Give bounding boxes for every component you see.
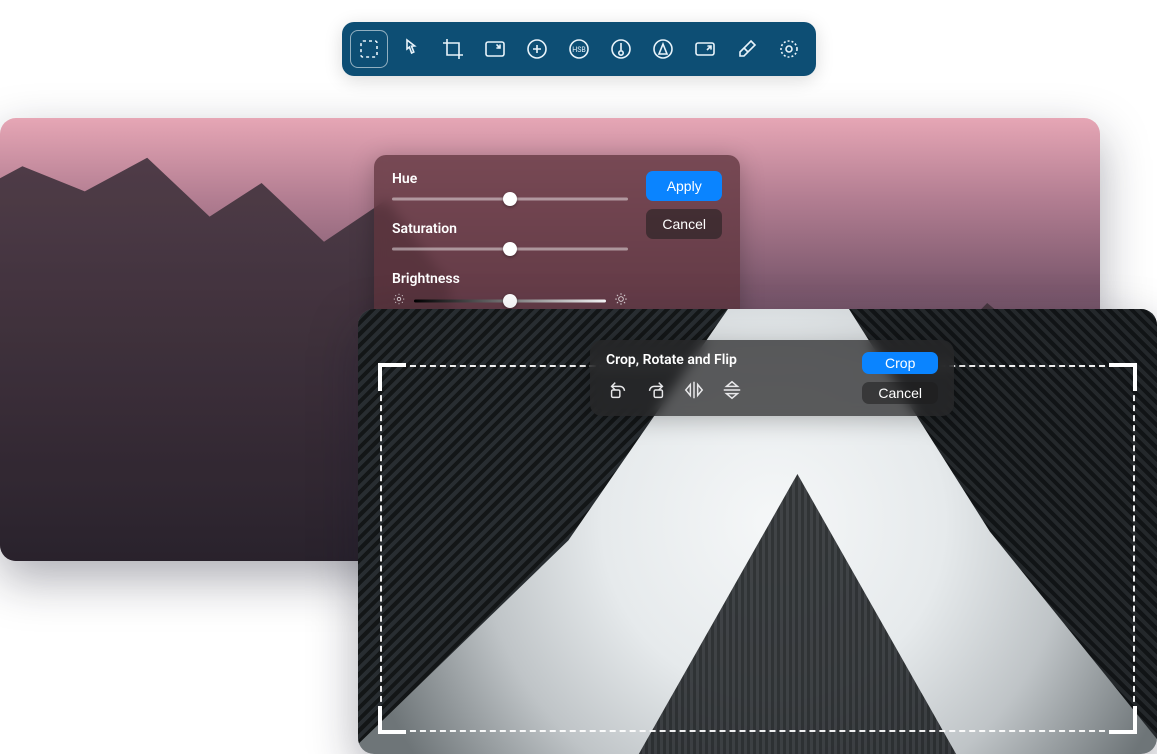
rotate-right-icon[interactable] (644, 378, 668, 402)
eraser-icon[interactable] (734, 36, 760, 62)
pointer-icon[interactable] (398, 36, 424, 62)
cancel-button[interactable]: Cancel (646, 209, 722, 239)
brightness-high-icon (614, 291, 628, 310)
export-size-icon[interactable] (692, 36, 718, 62)
hue-control: Hue (392, 171, 628, 207)
brightness-control: Brightness (392, 271, 628, 310)
brightness-label: Brightness (392, 271, 628, 287)
svg-text:HSB: HSB (572, 46, 586, 54)
crop-icon[interactable] (440, 36, 466, 62)
toolbar: HSB (342, 22, 816, 76)
crop-handle-br[interactable] (1109, 706, 1137, 734)
flip-vertical-icon[interactable] (720, 378, 744, 402)
resize-canvas-icon[interactable] (482, 36, 508, 62)
crop-cancel-button[interactable]: Cancel (862, 382, 938, 404)
brightness-low-icon (392, 291, 406, 310)
saturation-label: Saturation (392, 221, 628, 237)
hue-slider[interactable] (392, 191, 628, 207)
hsb-panel: Hue Saturation Brightness (374, 155, 740, 330)
flip-horizontal-icon[interactable] (682, 378, 706, 402)
rotate-left-icon[interactable] (606, 378, 630, 402)
crop-button[interactable]: Crop (862, 352, 938, 374)
zoom-in-icon[interactable] (524, 36, 550, 62)
brightness-slider[interactable] (414, 293, 606, 309)
saturation-control: Saturation (392, 221, 628, 257)
exposure-icon[interactable] (776, 36, 802, 62)
saturation-slider[interactable] (392, 241, 628, 257)
rect-select-icon[interactable] (356, 36, 382, 62)
apply-button[interactable]: Apply (646, 171, 722, 201)
hsb-icon[interactable]: HSB (566, 36, 592, 62)
crop-panel-title: Crop, Rotate and Flip (606, 352, 844, 368)
hue-label: Hue (392, 171, 628, 187)
temperature-icon[interactable] (608, 36, 634, 62)
sharpen-icon[interactable] (650, 36, 676, 62)
crop-panel: Crop, Rotate and Flip Crop Cancel (590, 340, 954, 416)
